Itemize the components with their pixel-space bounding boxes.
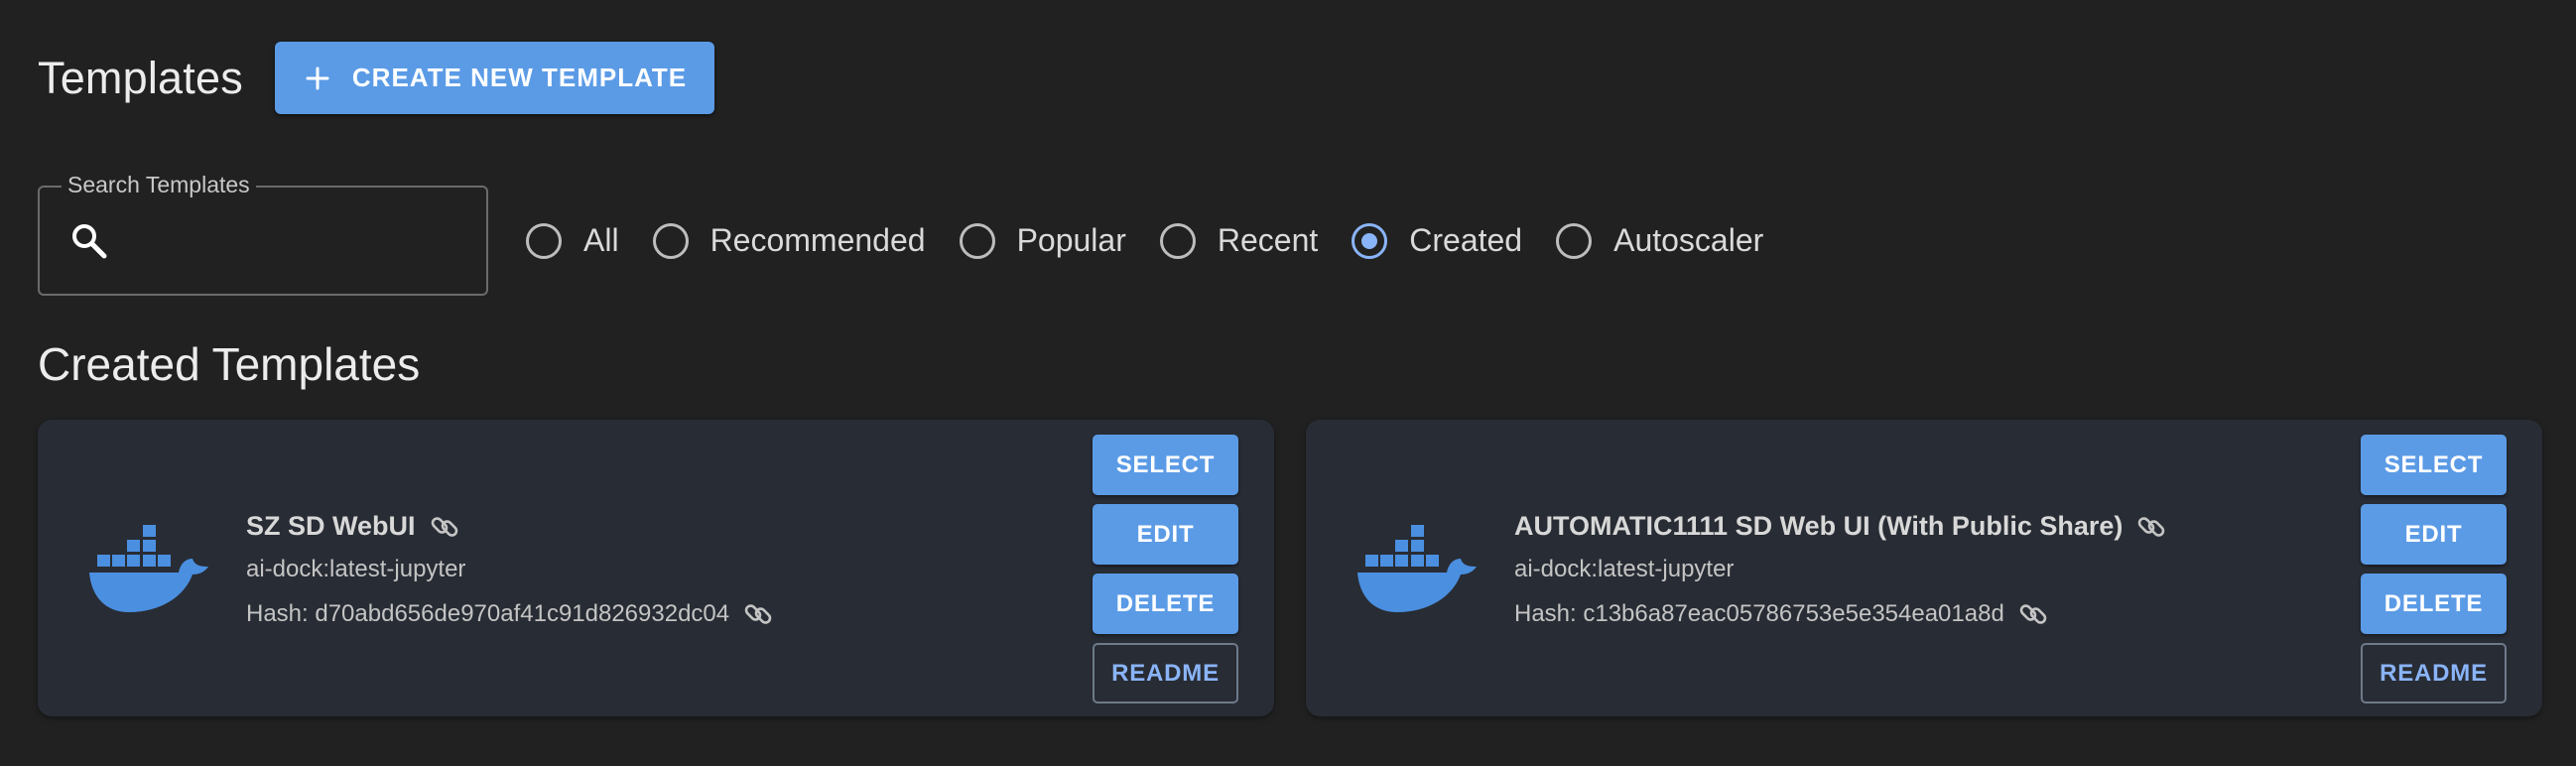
template-hash-row: Hash: c13b6a87eac05786753e5e354ea01a8d — [1514, 599, 2166, 629]
filter-radio-group: All Recommended Popular Recent Created A… — [526, 218, 1797, 263]
template-hash-row: Hash: d70abd656de970af41c91d826932dc04 — [246, 599, 773, 629]
radio-button[interactable] — [959, 222, 995, 259]
plus-icon — [306, 66, 329, 89]
readme-button[interactable]: README — [1093, 643, 1238, 703]
template-info: SZ SD WebUI ai-dock:latest-jupyter Hash:… — [246, 511, 773, 629]
select-button[interactable]: SELECT — [1093, 435, 1238, 495]
radio-recent[interactable]: Recent — [1159, 222, 1319, 259]
template-actions: SELECT EDIT DELETE README — [2361, 435, 2507, 712]
page-title: Templates — [38, 52, 243, 103]
search-icon — [72, 224, 107, 259]
radio-autoscaler[interactable]: Autoscaler — [1556, 222, 1763, 259]
template-actions: SELECT EDIT DELETE README — [1093, 435, 1238, 712]
search-templates-field[interactable]: Search Templates — [38, 172, 488, 296]
delete-button[interactable]: DELETE — [1093, 574, 1238, 634]
page-header: Templates CREATE NEW TEMPLATE — [38, 42, 714, 114]
template-card: AUTOMATIC1111 SD Web UI (With Public Sha… — [1306, 420, 2542, 716]
radio-label: All — [583, 222, 619, 258]
edit-button[interactable]: EDIT — [2361, 504, 2507, 565]
search-input[interactable] — [129, 215, 470, 267]
template-hash: Hash: c13b6a87eac05786753e5e354ea01a8d — [1514, 600, 2004, 627]
radio-label: Recommended — [709, 222, 926, 258]
docker-icon — [1357, 525, 1477, 612]
radio-button[interactable] — [526, 222, 562, 259]
section-title: Created Templates — [38, 338, 421, 390]
radio-button[interactable] — [1556, 222, 1593, 259]
radio-label: Popular — [1016, 222, 1126, 258]
radio-label: Created — [1409, 222, 1523, 258]
template-image: ai-dock:latest-jupyter — [246, 556, 466, 582]
radio-button-selected[interactable] — [1352, 222, 1388, 259]
template-name: SZ SD WebUI — [246, 511, 416, 541]
readme-button[interactable]: README — [2361, 643, 2507, 703]
link-icon[interactable] — [430, 512, 459, 542]
select-button[interactable]: SELECT — [2361, 435, 2507, 495]
template-info: AUTOMATIC1111 SD Web UI (With Public Sha… — [1514, 511, 2166, 629]
template-name: AUTOMATIC1111 SD Web UI (With Public Sha… — [1514, 511, 2124, 541]
link-icon[interactable] — [2018, 599, 2048, 629]
template-card: SZ SD WebUI ai-dock:latest-jupyter Hash:… — [38, 420, 1274, 716]
radio-created[interactable]: Created — [1352, 222, 1522, 259]
radio-popular[interactable]: Popular — [959, 222, 1126, 259]
docker-icon — [89, 525, 208, 612]
template-hash: Hash: d70abd656de970af41c91d826932dc04 — [246, 600, 730, 627]
template-name-row: AUTOMATIC1111 SD Web UI (With Public Sha… — [1514, 511, 2166, 542]
template-name-row: SZ SD WebUI — [246, 511, 773, 542]
create-new-template-button[interactable]: CREATE NEW TEMPLATE — [274, 42, 714, 114]
radio-recommended[interactable]: Recommended — [652, 222, 926, 259]
create-new-template-label: CREATE NEW TEMPLATE — [351, 63, 688, 92]
edit-button[interactable]: EDIT — [1093, 504, 1238, 565]
search-field-label: Search Templates — [62, 172, 256, 198]
radio-label: Recent — [1217, 222, 1319, 258]
delete-button[interactable]: DELETE — [2361, 574, 2507, 634]
link-icon[interactable] — [2136, 512, 2166, 542]
template-image: ai-dock:latest-jupyter — [1514, 556, 1735, 582]
link-icon[interactable] — [743, 599, 773, 629]
radio-label: Autoscaler — [1613, 222, 1764, 258]
radio-button[interactable] — [1159, 222, 1196, 259]
radio-button[interactable] — [652, 222, 689, 259]
radio-all[interactable]: All — [526, 222, 619, 259]
